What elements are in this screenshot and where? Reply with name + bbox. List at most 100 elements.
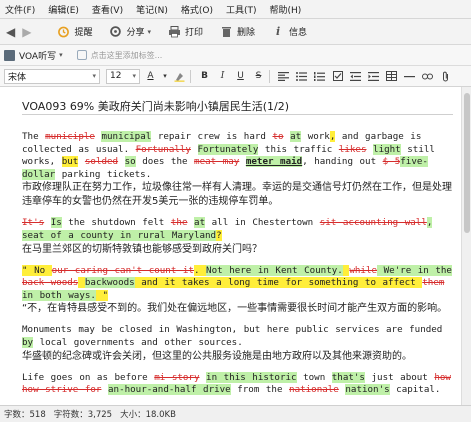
text-run [44, 217, 51, 228]
font-size-select[interactable]: 12 ▾ [106, 68, 140, 84]
strikethrough-button[interactable]: S [251, 69, 266, 84]
word-count: 字数：518 [4, 410, 46, 420]
menu-format[interactable]: 格式(O) [181, 3, 213, 16]
deleted-text: nationale [289, 384, 339, 396]
chevron-down-icon: ▾ [92, 72, 96, 80]
tag-input[interactable]: 点击这里添加标签... [76, 50, 162, 61]
deleted-text: $ 5 [382, 156, 401, 168]
text-run: just about [364, 371, 435, 383]
corrected-text: " [95, 289, 108, 301]
text-run: town [296, 371, 332, 383]
deleted-text: while [349, 264, 378, 276]
forward-button[interactable]: ▶ [22, 25, 31, 39]
note-body[interactable]: The municiple municipal repair crew is h… [22, 131, 452, 405]
font-size-value: 12 [110, 71, 122, 81]
corrected-text: Is [50, 217, 62, 229]
font-color-button[interactable]: A [143, 69, 158, 84]
corrected-text: ? [216, 229, 222, 241]
english-text: The municiple municipal repair crew is h… [22, 131, 452, 181]
menu-note[interactable]: 笔记(N) [136, 3, 168, 16]
outdent-icon[interactable] [348, 69, 363, 84]
notebook-selector[interactable]: VOA听写 ▾ [4, 49, 63, 62]
corrected-text: light [373, 143, 401, 155]
deleted-text: Fortunally [135, 143, 191, 155]
corrected-text: so [124, 156, 136, 168]
indent-icon[interactable] [366, 69, 381, 84]
corrected-text: Fortunately [197, 143, 259, 155]
attachment-icon[interactable] [438, 69, 453, 84]
deleted-text: them [422, 277, 445, 289]
menu-file[interactable]: 文件(F) [5, 3, 35, 16]
corrected-text: in this historic [206, 371, 297, 383]
chevron-down-icon: ▾ [132, 72, 136, 80]
text-run: does the [135, 156, 195, 168]
vertical-scrollbar[interactable] [461, 87, 471, 405]
delete-button[interactable]: 删除 [219, 25, 255, 39]
font-color-dropdown-icon[interactable]: ▾ [161, 69, 169, 84]
corrected-text: an-hour-and-half drive [108, 384, 231, 396]
deleted-text: our caring can't count it [51, 264, 194, 276]
note-editor[interactable]: VOA093 69% 美政府关门尚未影响小镇居民生活(1/2) The muni… [0, 87, 461, 405]
checkbox-icon[interactable] [330, 69, 345, 84]
text-run: , handing out [302, 156, 383, 168]
font-family-value: 宋体 [8, 72, 27, 83]
deleted-text: municiple [45, 131, 95, 142]
corrected-text: that's [331, 371, 365, 383]
tag-icon [76, 50, 87, 60]
corrected-text: but [61, 156, 79, 168]
corrected-text: " No [22, 264, 52, 276]
note-title[interactable]: VOA093 69% 美政府关门尚未影响小镇居民生活(1/2) [22, 98, 289, 114]
note-paragraph: " No our caring can't count it. Not here… [22, 264, 452, 317]
italic-button[interactable]: I [215, 69, 230, 84]
deleted-text: solded [84, 156, 119, 168]
notebook-bar: VOA听写 ▾ 点击这里添加标签... [0, 45, 471, 66]
status-bar: 字数：518 字符数：3,725 大小：18.0KB [0, 405, 471, 422]
print-label: 打印 [185, 28, 204, 38]
text-run: local governments and other sources. [33, 336, 243, 348]
text-run: from the [230, 384, 290, 396]
separator [269, 69, 270, 83]
info-label: 信息 [289, 28, 308, 38]
back-button[interactable]: ◀ [6, 25, 15, 39]
note-paragraph: Life goes on as before mi story in this … [22, 371, 452, 397]
english-text: Monuments may be closed in Washington, b… [22, 324, 452, 349]
print-button[interactable]: 打印 [167, 25, 203, 39]
underline-button[interactable]: U [233, 69, 248, 84]
highlight-button[interactable] [172, 69, 187, 84]
remind-label: 提醒 [74, 28, 93, 38]
horizontal-rule-icon[interactable] [402, 69, 417, 84]
deleted-text: to [272, 131, 284, 142]
link-icon[interactable] [420, 69, 435, 84]
table-icon[interactable] [384, 69, 399, 84]
notebook-icon [4, 49, 15, 61]
text-run: Monuments may be closed in Washington, b… [22, 324, 443, 336]
corrected-text: at [290, 131, 302, 142]
scrollbar-thumb[interactable] [464, 93, 470, 233]
corrected-text: . [193, 264, 207, 276]
corrected-text: by [22, 336, 34, 348]
separator [190, 69, 191, 83]
align-left-icon[interactable] [276, 69, 291, 84]
menu-help[interactable]: 帮助(H) [270, 3, 302, 16]
info-button[interactable]: i 信息 [271, 25, 307, 39]
font-family-select[interactable]: 宋体 ▾ [4, 68, 100, 84]
deleted-text: sit accounting wall [319, 217, 427, 229]
bullet-list-icon[interactable] [294, 69, 309, 84]
text-run: this traffic [258, 143, 339, 155]
menu-view[interactable]: 查看(V) [92, 3, 123, 16]
share-button[interactable]: 分享 ▾ [108, 25, 151, 39]
corrected-text: at [194, 217, 206, 229]
bold-button[interactable]: B [197, 69, 212, 84]
text-run: work [301, 131, 330, 142]
corrected-text: meter maid [245, 156, 303, 168]
main-toolbar: ◀ ▶ 提醒 分享 ▾ 打印 删除 i 信息 [0, 19, 471, 45]
numbered-list-icon[interactable] [312, 69, 327, 84]
remind-button[interactable]: 提醒 [56, 25, 92, 39]
menu-tools[interactable]: 工具(T) [226, 3, 257, 16]
file-size: 大小：18.0KB [120, 410, 176, 420]
menu-edit[interactable]: 编辑(E) [48, 3, 79, 16]
share-dropdown-icon[interactable]: ▾ [148, 28, 152, 36]
corrected-text: nation's [345, 384, 390, 396]
text-run: Life goes on as before [22, 371, 155, 383]
share-icon [108, 25, 122, 39]
